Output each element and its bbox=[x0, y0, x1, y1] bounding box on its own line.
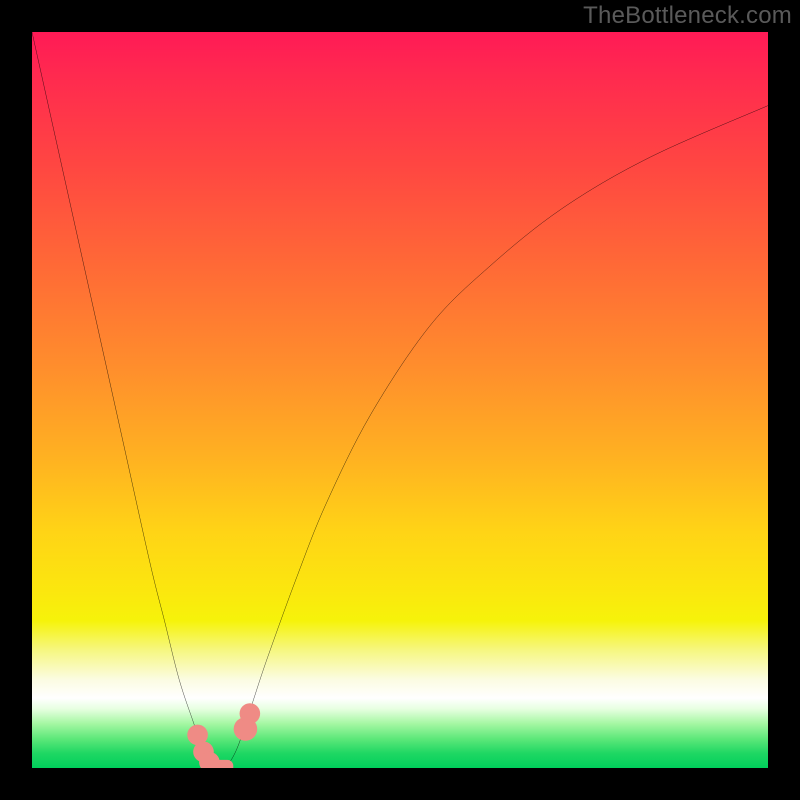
marker-bottom bbox=[210, 760, 233, 768]
marker-right-2 bbox=[240, 703, 261, 724]
watermark-text: TheBottleneck.com bbox=[583, 2, 792, 30]
bottleneck-curve-path bbox=[32, 32, 768, 768]
curve-layer bbox=[32, 32, 768, 768]
markers-group bbox=[187, 703, 260, 768]
chart-frame: TheBottleneck.com bbox=[0, 0, 800, 800]
plot-area bbox=[32, 32, 768, 768]
